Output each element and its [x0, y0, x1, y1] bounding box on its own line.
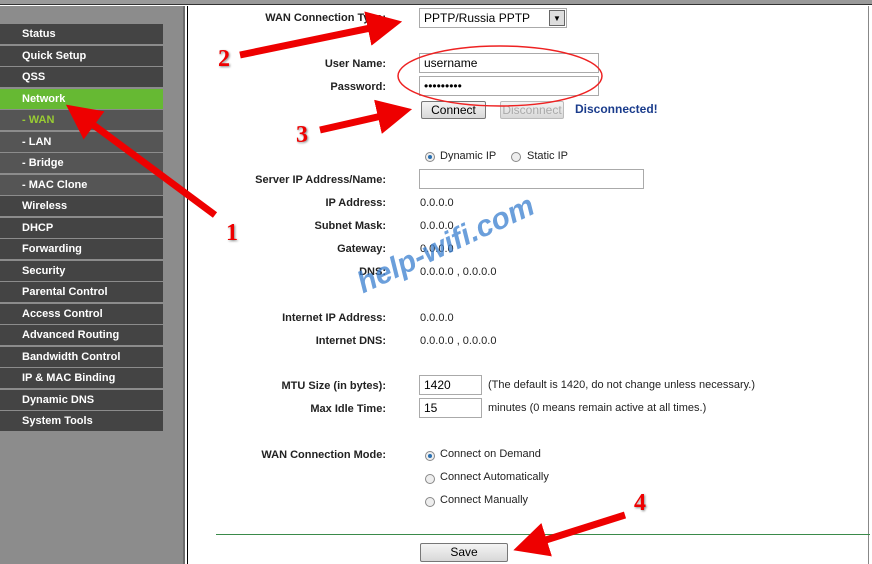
- sidebar-item[interactable]: System Tools: [0, 411, 163, 431]
- mode-auto-radio[interactable]: [425, 474, 435, 484]
- wan-type-value: PPTP/Russia PPTP: [424, 11, 531, 25]
- sidebar-item[interactable]: IP & MAC Binding: [0, 368, 163, 388]
- mode-auto-label: Connect Automatically: [440, 471, 549, 483]
- mode-label: WAN Connection Mode:: [261, 449, 386, 461]
- mtu-hint: (The default is 1420, do not change unle…: [488, 379, 756, 391]
- idle-input[interactable]: [419, 398, 482, 418]
- divider: [216, 534, 870, 535]
- mode-demand-label: Connect on Demand: [440, 448, 541, 460]
- ip-value: 0.0.0.0: [420, 197, 454, 209]
- save-button[interactable]: Save: [420, 543, 508, 562]
- step-number-4: 4: [634, 490, 646, 516]
- step-number-1: 1: [226, 220, 238, 246]
- idle-hint: minutes (0 means remain active at all ti…: [488, 402, 707, 414]
- dynamic-ip-label: Dynamic IP: [440, 150, 497, 162]
- sidebar-item[interactable]: - MAC Clone: [0, 174, 163, 195]
- sidebar-item[interactable]: - Bridge: [0, 153, 163, 173]
- wan-type-select[interactable]: PPTP/Russia PPTP ▼: [419, 8, 567, 28]
- username-label: User Name:: [324, 58, 386, 70]
- sidebar-item[interactable]: Parental Control: [0, 282, 163, 302]
- mtu-label: MTU Size (in bytes):: [281, 380, 386, 392]
- sidebar-item[interactable]: Access Control: [0, 303, 163, 324]
- sidebar-item[interactable]: Quick Setup: [0, 45, 163, 66]
- sidebar-item[interactable]: Status: [0, 24, 163, 44]
- sidebar-item[interactable]: QSS: [0, 67, 163, 87]
- sidebar-item[interactable]: Security: [0, 260, 163, 281]
- username-input[interactable]: [419, 53, 599, 73]
- mode-manual-label: Connect Manually: [440, 494, 529, 506]
- internet-ip-value: 0.0.0.0: [420, 312, 454, 324]
- mode-demand-radio[interactable]: [425, 451, 435, 461]
- mtu-input[interactable]: [419, 375, 482, 395]
- wan-settings-panel: WAN Connection Type: PPTP/Russia PPTP ▼ U…: [187, 6, 870, 564]
- sidebar-item[interactable]: Dynamic DNS: [0, 389, 163, 410]
- sidebar-item[interactable]: - WAN: [0, 110, 163, 130]
- chevron-down-icon[interactable]: ▼: [549, 10, 565, 26]
- server-label: Server IP Address/Name:: [255, 174, 386, 186]
- sidebar-item[interactable]: Wireless: [0, 196, 163, 216]
- gateway-label: Gateway:: [337, 243, 386, 255]
- sidebar-item[interactable]: Forwarding: [0, 239, 163, 259]
- password-input[interactable]: [419, 76, 599, 96]
- sidebar-item[interactable]: Bandwidth Control: [0, 346, 163, 367]
- static-ip-radio[interactable]: [511, 152, 521, 162]
- sidebar-item[interactable]: Network: [0, 88, 163, 109]
- disconnect-button[interactable]: Disconnect: [500, 101, 564, 119]
- internet-dns-value: 0.0.0.0 , 0.0.0.0: [420, 335, 497, 347]
- internet-dns-label: Internet DNS:: [315, 335, 386, 347]
- step-number-3: 3: [296, 122, 308, 148]
- sidebar-item[interactable]: DHCP: [0, 217, 163, 238]
- password-label: Password:: [330, 81, 386, 93]
- mask-label: Subnet Mask:: [314, 220, 386, 232]
- step-number-2: 2: [218, 46, 230, 72]
- mode-manual-radio[interactable]: [425, 497, 435, 507]
- ip-label: IP Address:: [325, 197, 386, 209]
- idle-label: Max Idle Time:: [310, 403, 386, 415]
- connect-button[interactable]: Connect: [421, 101, 486, 119]
- sidebar-item[interactable]: Advanced Routing: [0, 325, 163, 345]
- server-input[interactable]: [419, 169, 644, 189]
- sidebar-menu: Status Quick Setup QSS Network - WAN - LAN - B…: [0, 6, 185, 564]
- connection-status: Disconnected!: [575, 102, 658, 116]
- dynamic-ip-radio[interactable]: [425, 152, 435, 162]
- sidebar-item[interactable]: - LAN: [0, 131, 163, 152]
- internet-ip-label: Internet IP Address:: [282, 312, 386, 324]
- wan-type-label: WAN Connection Type:: [265, 12, 386, 24]
- static-ip-label: Static IP: [527, 150, 568, 162]
- top-bar: [0, 0, 872, 5]
